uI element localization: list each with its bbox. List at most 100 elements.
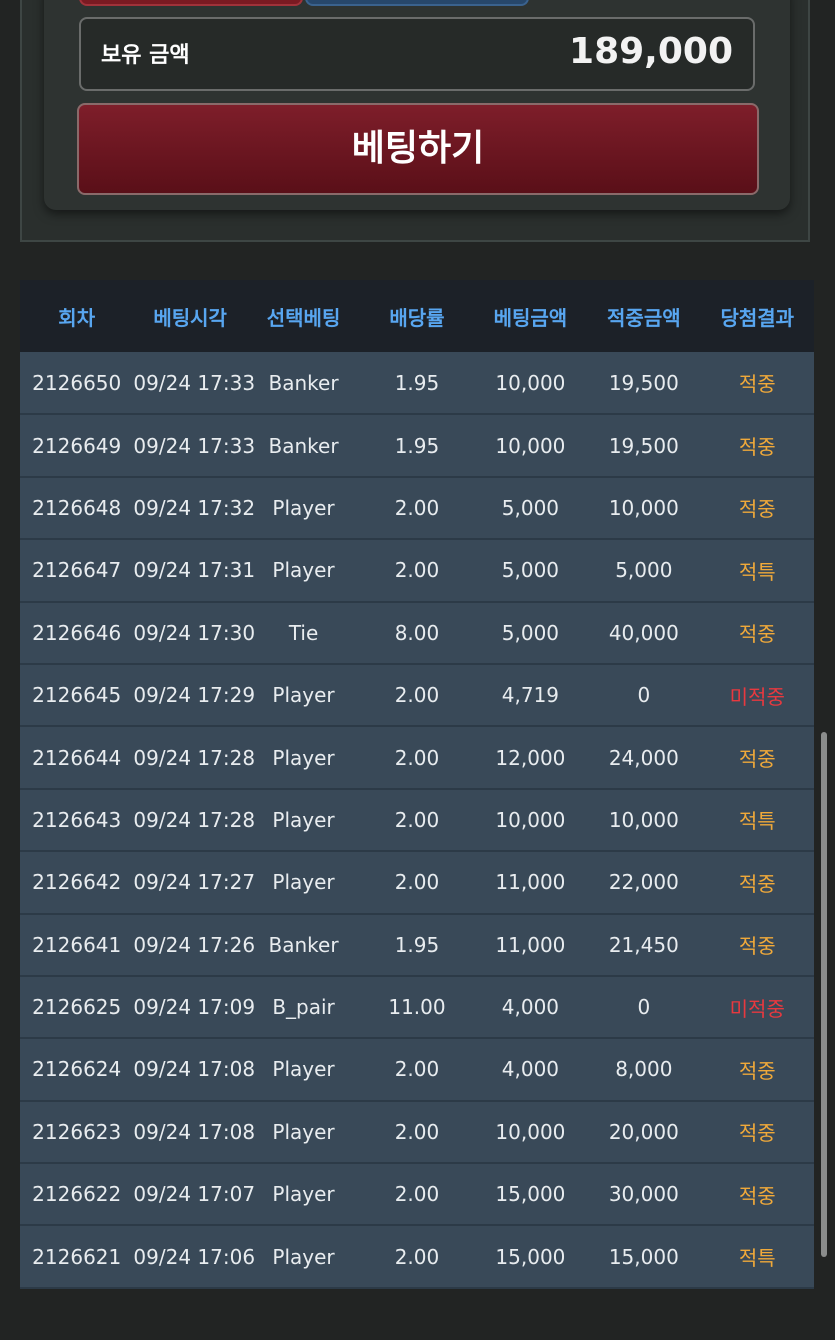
odds-cell: 2.00 <box>394 1182 440 1207</box>
header-win-amount: 적중금액 <box>607 305 681 330</box>
bet-time-cell: 09/24 17:29 <box>133 683 256 708</box>
result-cell: 적중 <box>738 435 776 460</box>
bet-amount-cell: 11,000 <box>495 870 566 895</box>
round-cell: 2126641 <box>32 932 122 957</box>
bet-amount-cell: 15,000 <box>495 1244 566 1269</box>
odds-cell: 2.00 <box>394 1119 440 1144</box>
bet-amount-cell: 5,000 <box>501 558 560 583</box>
balance-label: 보유 금액 <box>101 43 190 68</box>
betting-history-table: 회차 베팅시각 선택베팅 배당률 베팅금액 적중금액 당첨결과 2126650 0… <box>20 280 814 1289</box>
win-amount-cell: 5,000 <box>615 558 673 583</box>
selection-cell: Player <box>272 807 335 832</box>
result-cell: 적중 <box>738 747 776 772</box>
odds-cell: 11.00 <box>388 995 446 1020</box>
selection-cell: Banker <box>268 932 339 957</box>
table-row: 2126625 09/24 17:09 B_pair 11.00 4,000 0 미적중 <box>20 975 814 1039</box>
result-cell: 적중 <box>738 1183 776 1208</box>
scrollbar[interactable] <box>821 732 827 1257</box>
bet-amount-cell: 4,000 <box>501 1057 560 1082</box>
win-amount-cell: 22,000 <box>608 870 679 895</box>
balance-value: 189,000 <box>569 31 733 72</box>
table-row: 2126622 09/24 17:07 Player 2.00 15,000 30,000… <box>20 1163 814 1226</box>
table-row: 2126650 09/24 17:33 Banker 1.95 10,000 19,500… <box>20 352 814 415</box>
header-round: 회차 <box>58 305 96 330</box>
odds-cell: 2.00 <box>394 870 440 895</box>
round-cell: 2126642 <box>32 870 122 895</box>
round-cell: 2126624 <box>32 1057 122 1082</box>
balance-box: 보유 금액 189,000 <box>79 17 755 91</box>
bet-time-cell: 09/24 17:08 <box>133 1057 256 1082</box>
round-cell: 2126645 <box>32 683 122 708</box>
selection-cell: Player <box>272 1244 335 1269</box>
bet-time-cell: 09/24 17:33 <box>133 433 256 458</box>
table-body: 2126650 09/24 17:33 Banker 1.95 10,000 19,500… <box>20 352 814 1288</box>
table-row: 2126646 09/24 17:30 Tie 8.00 5,000 40,000 적중 <box>20 601 814 664</box>
round-cell: 2126650 <box>32 370 122 395</box>
table-row: 2126649 09/24 17:33 Banker 1.95 10,000 19,500… <box>20 414 814 477</box>
table-row: 2126642 09/24 17:27 Player 2.00 11,000 22,000… <box>20 851 814 914</box>
betting-panel-inner: 보유 금액 189,000 베팅하기 <box>44 0 790 210</box>
bet-amount-cell: 12,000 <box>495 745 566 770</box>
round-cell: 2126622 <box>32 1182 122 1207</box>
win-amount-cell: 21,450 <box>608 932 679 957</box>
round-cell: 2126621 <box>32 1244 122 1269</box>
selection-cell: B_pair <box>272 995 335 1020</box>
player-select-button[interactable] <box>305 0 529 6</box>
bet-amount-cell: 11,000 <box>495 932 566 957</box>
bet-amount-cell: 15,000 <box>495 1182 566 1207</box>
win-amount-cell: 10,000 <box>608 807 679 832</box>
round-cell: 2126646 <box>32 620 122 645</box>
header-selection: 선택베팅 <box>266 305 341 330</box>
win-amount-cell: 0 <box>637 683 651 708</box>
win-amount-cell: 19,500 <box>608 433 679 458</box>
round-cell: 2126644 <box>32 745 122 770</box>
win-amount-cell: 0 <box>637 995 651 1020</box>
betting-panel: 보유 금액 189,000 베팅하기 <box>20 0 810 242</box>
selection-cell: Player <box>272 683 335 708</box>
table-row: 2126624 09/24 17:08 Player 2.00 4,000 8,000 적중 <box>20 1038 814 1101</box>
odds-cell: 2.00 <box>394 558 440 583</box>
table-row: 2126621 09/24 17:06 Player 2.00 15,000 15,000… <box>20 1225 814 1288</box>
odds-cell: 2.00 <box>394 807 440 832</box>
table-row: 2126643 09/24 17:28 Player 2.00 10,000 10,000… <box>20 788 814 852</box>
odds-cell: 1.95 <box>394 433 440 458</box>
win-amount-cell: 30,000 <box>608 1182 679 1207</box>
result-cell: 적중 <box>738 934 776 959</box>
bet-time-cell: 09/24 17:28 <box>133 745 256 770</box>
table-row: 2126641 09/24 17:26 Banker 1.95 11,000 21,450… <box>20 913 814 976</box>
result-cell: 미적중 <box>729 996 785 1021</box>
banker-select-button[interactable] <box>79 0 303 6</box>
result-cell: 적중 <box>738 1058 776 1083</box>
place-bet-button[interactable]: 베팅하기 <box>77 103 759 195</box>
bet-time-cell: 09/24 17:26 <box>133 932 256 957</box>
bet-amount-cell: 10,000 <box>495 433 566 458</box>
win-amount-cell: 40,000 <box>608 620 679 645</box>
result-cell: 적중 <box>738 372 776 397</box>
table-header-row: 회차 베팅시각 선택베팅 배당률 베팅금액 적중금액 당첨결과 <box>20 280 814 352</box>
win-amount-cell: 19,500 <box>608 370 679 395</box>
result-cell: 적특 <box>738 809 776 834</box>
bet-amount-cell: 5,000 <box>501 620 560 645</box>
round-cell: 2126625 <box>32 995 122 1020</box>
bet-time-cell: 09/24 17:07 <box>133 1182 256 1207</box>
result-cell: 적중 <box>738 622 776 647</box>
odds-cell: 2.00 <box>394 495 440 520</box>
odds-cell: 2.00 <box>394 1244 440 1269</box>
table-row: 2126623 09/24 17:08 Player 2.00 10,000 20,000… <box>20 1100 814 1164</box>
win-amount-cell: 10,000 <box>608 495 679 520</box>
bet-time-cell: 09/24 17:09 <box>133 995 256 1020</box>
round-cell: 2126643 <box>32 807 122 832</box>
selection-cell: Banker <box>268 370 339 395</box>
bet-time-cell: 09/24 17:27 <box>133 870 256 895</box>
result-cell: 적중 <box>738 871 776 896</box>
bet-time-cell: 09/24 17:30 <box>133 620 256 645</box>
selection-cell: Player <box>272 495 335 520</box>
round-cell: 2126647 <box>32 558 122 583</box>
bet-time-cell: 09/24 17:06 <box>133 1244 256 1269</box>
selection-cell: Tie <box>288 620 319 645</box>
bet-time-cell: 09/24 17:08 <box>133 1119 256 1144</box>
odds-cell: 8.00 <box>394 620 440 645</box>
odds-cell: 1.95 <box>394 370 440 395</box>
bet-amount-cell: 5,000 <box>501 495 560 520</box>
header-result: 당첨결과 <box>720 305 795 330</box>
